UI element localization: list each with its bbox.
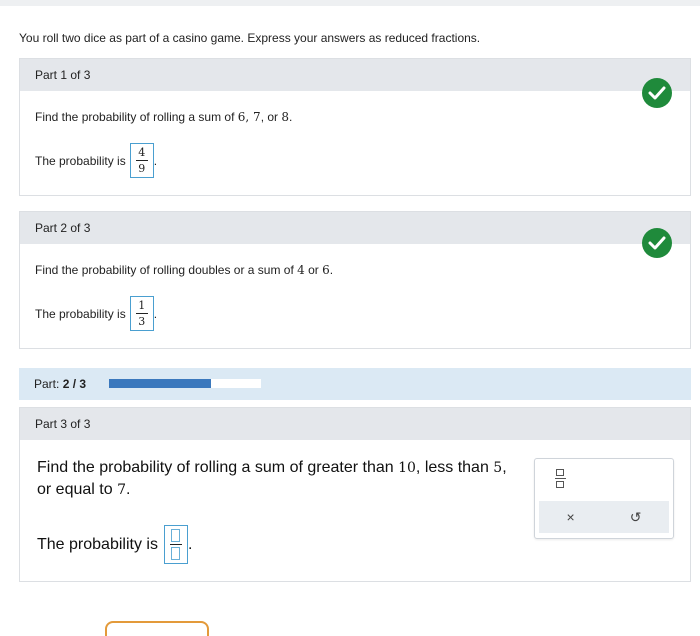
fraction-template-bar-icon — [554, 478, 566, 479]
progress-value: 2 / 3 — [62, 377, 87, 391]
toolbox-actions: × ↺ — [539, 501, 669, 533]
part-3-answer-label: The probability is — [37, 535, 158, 553]
math-toolbox: × ↺ — [534, 458, 674, 539]
next-part-button[interactable] — [105, 621, 209, 636]
part-1-denominator: 9 — [138, 162, 146, 175]
part-1-header: Part 1 of 3 — [20, 59, 690, 91]
part-1-question: Find the probability of rolling a sum of… — [35, 110, 293, 124]
part-1-answer-fraction: 4 9 — [129, 143, 154, 178]
clear-button[interactable]: × — [567, 509, 575, 525]
fraction-template-numerator-icon — [556, 469, 564, 476]
undo-button[interactable]: ↺ — [630, 509, 642, 526]
part-1-answer-row: The probability is 4 9 . — [35, 143, 157, 178]
part-1-card: Part 1 of 3 Find the probability of roll… — [19, 58, 691, 196]
problem-intro: You roll two dice as part of a casino ga… — [19, 31, 481, 45]
progress-bar-fill — [109, 379, 211, 388]
fraction-bar — [169, 544, 182, 545]
denominator-input[interactable] — [171, 547, 181, 560]
part-3-answer-row: The probability is . — [37, 525, 192, 564]
fraction-template-button[interactable] — [552, 469, 568, 491]
part-2-question: Find the probability of rolling doubles … — [35, 263, 334, 277]
part-2-header: Part 2 of 3 — [20, 212, 690, 244]
part-2-card: Part 2 of 3 Find the probability of roll… — [19, 211, 691, 349]
part-2-denominator: 3 — [138, 315, 146, 328]
progress-bar — [109, 379, 261, 388]
fraction-bar — [135, 313, 148, 314]
part-1-numerator: 4 — [138, 146, 146, 159]
part-2-answer-row: The probability is 1 3 . — [35, 296, 157, 331]
numerator-input[interactable] — [171, 529, 181, 542]
top-bar — [0, 0, 700, 6]
part-3-question: Find the probability of rolling a sum of… — [37, 459, 507, 498]
progress-label: Part: — [34, 377, 60, 391]
part-1-answer-label: The probability is — [35, 153, 126, 168]
part-1-correct-check-icon — [642, 78, 672, 108]
part-2-numerator: 1 — [138, 299, 146, 312]
fraction-bar — [135, 160, 148, 161]
part-2-correct-check-icon — [642, 228, 672, 258]
progress-panel: Part: 2 / 3 — [19, 368, 691, 400]
part-3-header: Part 3 of 3 — [20, 408, 690, 440]
fraction-template-denominator-icon — [556, 481, 564, 488]
part-3-fraction-input[interactable] — [163, 525, 188, 564]
part-2-answer-fraction: 1 3 — [129, 296, 154, 331]
part-2-answer-label: The probability is — [35, 306, 126, 321]
part-3-card: Part 3 of 3 Find the probability of roll… — [19, 407, 691, 582]
